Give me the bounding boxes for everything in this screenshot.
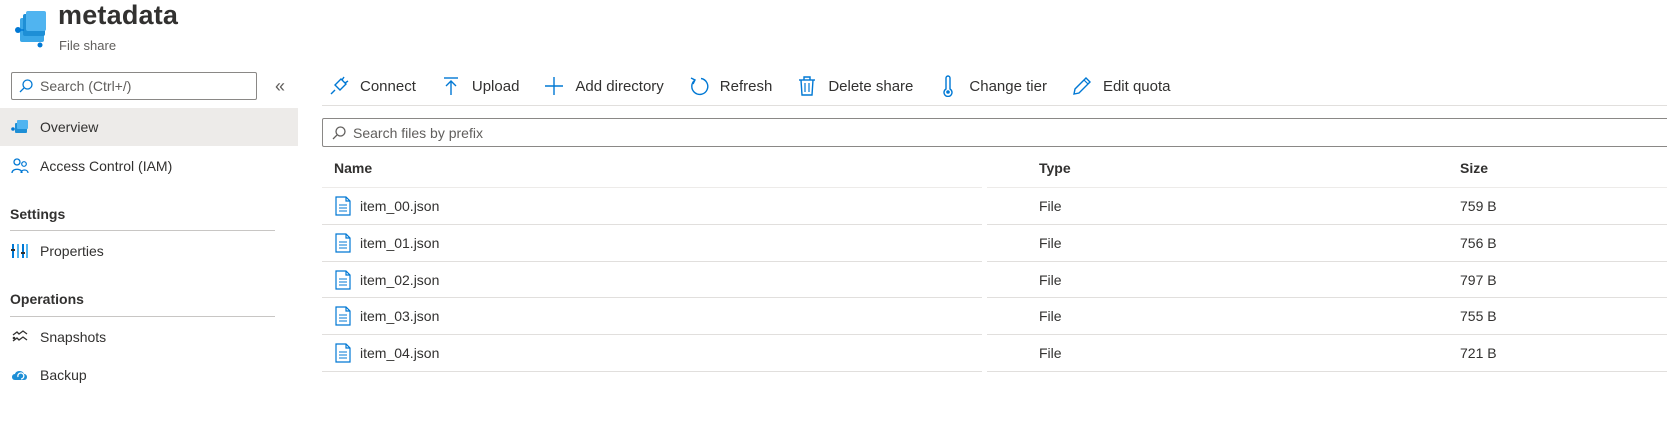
backup-cloud-icon	[10, 365, 30, 385]
connect-plug-icon	[328, 75, 350, 97]
delete-share-label: Delete share	[828, 77, 914, 95]
sidebar-search[interactable]	[11, 72, 257, 100]
file-document-icon	[335, 269, 351, 290]
file-search[interactable]	[322, 118, 1667, 147]
page-title: metadata	[58, 0, 179, 30]
sidebar-item-label: Properties	[40, 243, 104, 259]
add-directory-button[interactable]: Add directory	[537, 66, 664, 106]
refresh-label: Refresh	[719, 77, 773, 95]
file-size: 755 B	[1460, 308, 1497, 325]
connect-button[interactable]: Connect	[322, 66, 416, 106]
sidebar-item-backup[interactable]: Backup	[0, 356, 298, 394]
delete-share-button[interactable]: Delete share	[790, 66, 913, 106]
command-toolbar: Connect Upload Add directory Refresh Del…	[322, 66, 1189, 106]
connect-label: Connect	[360, 77, 416, 95]
file-name[interactable]: item_01.json	[360, 235, 439, 251]
file-table: Name Type Size item_00.json File 759 B i…	[322, 150, 1667, 372]
file-document-icon	[335, 306, 351, 326]
section-title-settings: Settings	[10, 206, 66, 222]
column-header-type[interactable]: Type	[1039, 160, 1071, 176]
file-type: File	[1039, 308, 1062, 325]
table-row[interactable]: item_02.json File 797 B	[322, 262, 1667, 299]
search-icon	[332, 125, 346, 139]
upload-label: Upload	[471, 77, 520, 95]
table-row[interactable]: item_00.json File 759 B	[322, 188, 1667, 225]
edit-quota-label: Edit quota	[1102, 77, 1171, 95]
sidebar-item-snapshots[interactable]: Snapshots	[0, 318, 298, 356]
file-size: 721 B	[1460, 345, 1497, 362]
file-name[interactable]: item_03.json	[360, 308, 439, 324]
file-size: 759 B	[1460, 198, 1497, 214]
snapshots-icon	[10, 327, 30, 347]
edit-quota-button[interactable]: Edit quota	[1065, 66, 1171, 106]
toolbar-divider	[322, 105, 1667, 106]
file-search-input[interactable]	[353, 124, 953, 141]
people-icon	[10, 156, 30, 176]
pencil-icon	[1071, 75, 1093, 97]
file-document-icon	[335, 196, 351, 216]
row-divider	[987, 370, 1667, 372]
collapse-sidebar-button[interactable]: «	[270, 76, 290, 96]
sidebar-item-label: Access Control (IAM)	[40, 158, 173, 174]
page-header: metadata File share	[8, 0, 408, 58]
trash-icon	[796, 75, 818, 97]
section-divider	[10, 316, 275, 317]
section-title-operations: Operations	[10, 291, 84, 307]
upload-icon	[440, 75, 462, 97]
table-header: Name Type Size	[322, 150, 1667, 188]
page-subtitle: File share	[59, 38, 117, 53]
sidebar: « Overview Access Control (IAM) Settings	[0, 64, 300, 441]
table-row[interactable]: item_04.json File 721 B	[322, 335, 1667, 372]
search-icon	[19, 79, 33, 93]
section-divider	[10, 230, 275, 231]
thermometer-icon	[937, 75, 959, 97]
file-size: 756 B	[1460, 234, 1497, 251]
file-document-icon	[335, 233, 351, 253]
file-size: 797 B	[1460, 271, 1497, 288]
file-type: File	[1039, 271, 1062, 288]
change-tier-label: Change tier	[969, 77, 1047, 95]
table-row[interactable]: item_01.json File 756 B	[322, 225, 1667, 262]
column-header-size[interactable]: Size	[1460, 160, 1488, 176]
sidebar-item-label: Backup	[40, 367, 87, 383]
file-type: File	[1039, 345, 1062, 362]
add-directory-label: Add directory	[575, 77, 664, 95]
sidebar-item-label: Overview	[40, 119, 99, 135]
file-share-icon	[10, 117, 30, 137]
plus-icon	[543, 75, 565, 97]
sidebar-item-overview[interactable]: Overview	[0, 108, 298, 146]
upload-button[interactable]: Upload	[434, 66, 520, 106]
properties-icon	[10, 241, 30, 261]
file-document-icon	[335, 343, 351, 363]
file-share-icon	[15, 11, 46, 48]
sidebar-item-properties[interactable]: Properties	[0, 232, 298, 270]
sidebar-search-input[interactable]	[40, 78, 250, 94]
sidebar-item-access-control[interactable]: Access Control (IAM)	[0, 147, 298, 185]
refresh-button[interactable]: Refresh	[682, 66, 773, 106]
column-header-name[interactable]: Name	[334, 160, 372, 176]
row-divider	[322, 370, 982, 372]
change-tier-button[interactable]: Change tier	[931, 66, 1047, 106]
file-type: File	[1039, 234, 1062, 251]
table-row[interactable]: item_03.json File 755 B	[322, 298, 1667, 336]
file-name[interactable]: item_04.json	[360, 345, 439, 361]
file-type: File	[1039, 198, 1062, 214]
file-name[interactable]: item_00.json	[360, 198, 439, 214]
sidebar-item-label: Snapshots	[40, 329, 107, 345]
file-name[interactable]: item_02.json	[360, 272, 439, 288]
refresh-icon	[688, 75, 710, 97]
